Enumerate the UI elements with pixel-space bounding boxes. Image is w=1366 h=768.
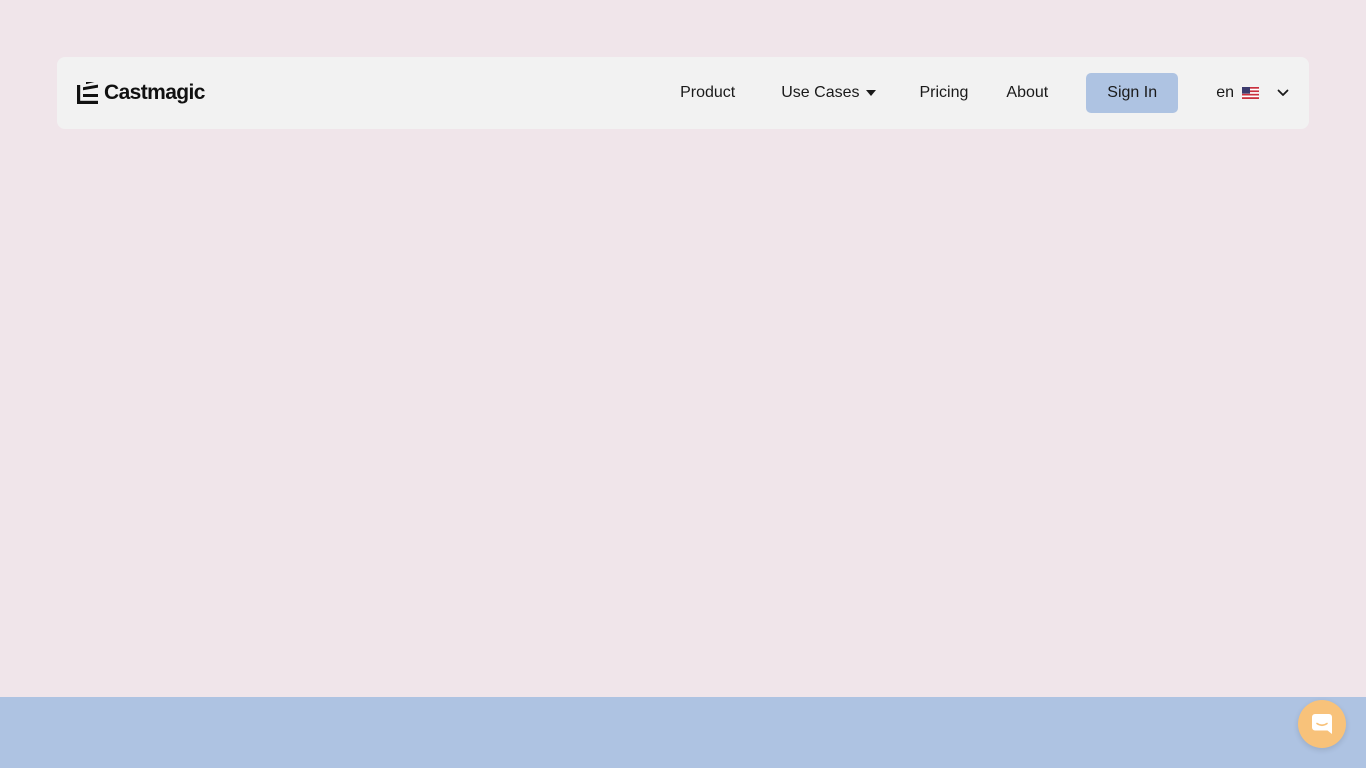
chevron-down-icon — [1277, 89, 1289, 96]
sign-in-button[interactable]: Sign In — [1086, 73, 1179, 113]
chat-icon — [1312, 714, 1332, 734]
nav-item-about[interactable]: About — [1006, 84, 1048, 102]
nav-item-product[interactable]: Product — [680, 84, 735, 102]
brand-logo[interactable]: Castmagic — [76, 81, 205, 105]
nav-item-pricing[interactable]: Pricing — [919, 84, 968, 102]
chat-launcher-button[interactable] — [1298, 700, 1346, 748]
nav-item-use-cases[interactable]: Use Cases — [781, 84, 877, 102]
brand-name: Castmagic — [104, 81, 205, 104]
language-selector[interactable]: en — [1216, 84, 1289, 102]
castmagic-logo-icon — [77, 81, 98, 104]
caret-down-icon — [866, 90, 877, 96]
language-code: en — [1216, 84, 1234, 101]
nav-item-use-cases-label: Use Cases — [781, 84, 860, 101]
us-flag-icon — [1242, 87, 1259, 99]
primary-nav: Product Use Cases Pricing About Sign In … — [680, 57, 1289, 129]
footer-band — [0, 697, 1366, 768]
top-navbar: Castmagic Product Use Cases Pricing Abou… — [57, 57, 1309, 129]
